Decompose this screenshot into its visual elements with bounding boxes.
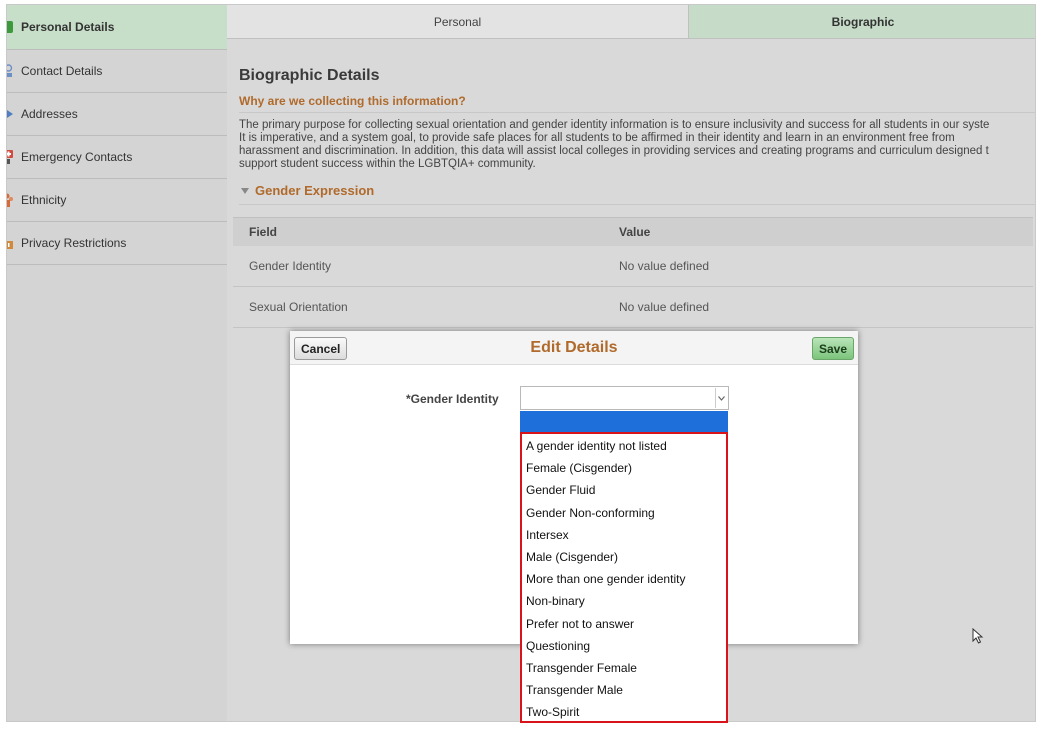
purpose-line: harassment and discrimination. In additi… xyxy=(239,145,989,157)
tab-personal[interactable]: Personal xyxy=(227,5,689,38)
sidebar-item-label: Ethnicity xyxy=(21,193,67,207)
modal-header: Cancel Edit Details Save xyxy=(290,331,858,365)
why-collecting-heading: Why are we collecting this information? xyxy=(239,94,1035,113)
sidebar-item-label: Addresses xyxy=(21,107,78,121)
grid-header: Field Value xyxy=(233,217,1033,246)
purpose-text: The primary purpose for collecting sexua… xyxy=(239,119,1035,171)
personal-details-icon xyxy=(7,21,13,33)
dropdown-option[interactable]: A gender identity not listed xyxy=(522,435,726,457)
dropdown-option[interactable]: Transgender Female xyxy=(522,657,726,679)
dropdown-option[interactable]: Gender Non-conforming xyxy=(522,502,726,524)
gender-identity-label: *Gender Identity xyxy=(406,392,499,406)
row-value: No value defined xyxy=(619,259,710,273)
dropdown-option[interactable]: Questioning xyxy=(522,635,726,657)
dropdown-option[interactable]: Female (Cisgender) xyxy=(522,457,726,479)
mouse-cursor-icon xyxy=(972,628,984,644)
save-button[interactable]: Save xyxy=(811,337,854,360)
purpose-line: support student success within the LGBTQ… xyxy=(239,158,536,170)
table-row[interactable]: Gender Identity No value defined xyxy=(233,246,1033,287)
dropdown-option[interactable]: Transgender Male xyxy=(522,679,726,701)
privacy-icon xyxy=(7,237,13,249)
dropdown-option[interactable]: More than one gender identity xyxy=(522,568,726,590)
purpose-line: The primary purpose for collecting sexua… xyxy=(239,119,990,131)
address-icon xyxy=(7,108,13,120)
sidebar-item-label: Emergency Contacts xyxy=(21,150,133,164)
row-value: No value defined xyxy=(619,300,710,314)
dropdown-option-blank[interactable] xyxy=(520,411,728,432)
gender-identity-select[interactable] xyxy=(520,386,729,410)
tab-bar: Personal Biographic xyxy=(227,5,1035,39)
sidebar-item-emergency-contacts[interactable]: Emergency Contacts xyxy=(7,136,227,179)
caret-down-icon xyxy=(241,187,249,194)
dropdown-option[interactable]: Non-binary xyxy=(522,590,726,612)
purpose-line: It is imperative, and a system goal, to … xyxy=(239,132,955,144)
sidebar-item-ethnicity[interactable]: Ethnicity xyxy=(7,179,227,222)
sidebar-item-label: Contact Details xyxy=(21,64,103,78)
sidebar: Personal Details Contact Details Address… xyxy=(7,5,227,721)
modal-title: Edit Details xyxy=(530,339,618,356)
column-header-value: Value xyxy=(619,225,651,239)
sidebar-item-privacy-restrictions[interactable]: Privacy Restrictions xyxy=(7,222,227,265)
ethnicity-icon xyxy=(7,193,13,207)
chevron-down-icon[interactable] xyxy=(715,388,727,408)
content-area: Biographic Details Why are we collecting… xyxy=(227,39,1035,328)
details-grid: Field Value Gender Identity No value def… xyxy=(233,217,1033,328)
dropdown-option[interactable]: Intersex xyxy=(522,524,726,546)
column-header-field: Field xyxy=(249,225,278,239)
gender-expression-section[interactable]: Gender Expression xyxy=(239,183,1035,205)
dropdown-option[interactable]: Two-Spirit xyxy=(522,701,726,723)
sidebar-item-label: Privacy Restrictions xyxy=(21,236,127,250)
row-field: Gender Identity xyxy=(249,259,332,273)
contact-icon xyxy=(7,64,13,77)
page-title: Biographic Details xyxy=(239,67,380,84)
dropdown-option[interactable]: Gender Fluid xyxy=(522,479,726,501)
sidebar-item-label: Personal Details xyxy=(21,20,115,34)
table-row[interactable]: Sexual Orientation No value defined xyxy=(233,287,1033,328)
sidebar-item-personal-details[interactable]: Personal Details xyxy=(7,5,227,50)
dropdown-option[interactable]: Prefer not to answer xyxy=(522,613,726,635)
dropdown-option[interactable]: Male (Cisgender) xyxy=(522,546,726,568)
emergency-icon xyxy=(7,150,13,164)
tab-biographic[interactable]: Biographic xyxy=(689,5,1035,38)
gender-identity-dropdown: A gender identity not listed Female (Cis… xyxy=(520,411,728,723)
sidebar-item-contact-details[interactable]: Contact Details xyxy=(7,50,227,93)
dropdown-options-highlight-box: A gender identity not listed Female (Cis… xyxy=(520,432,728,723)
sidebar-item-addresses[interactable]: Addresses xyxy=(7,93,227,136)
section-title: Gender Expression xyxy=(255,183,375,198)
row-field: Sexual Orientation xyxy=(249,300,348,314)
